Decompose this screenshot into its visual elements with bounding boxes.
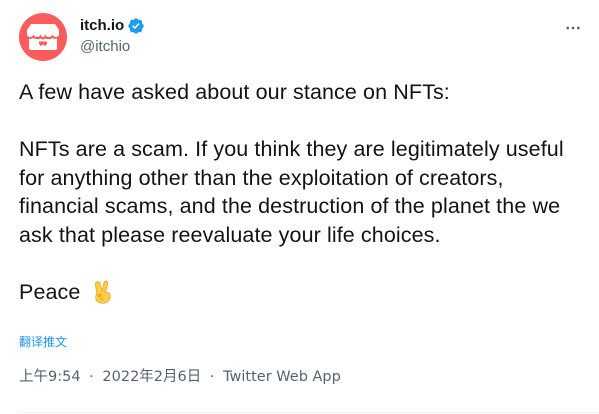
tweet-source[interactable]: Twitter Web App: [223, 369, 341, 385]
meta-separator: ·: [209, 369, 215, 385]
translate-tweet-link[interactable]: 翻译推文: [19, 334, 67, 350]
tweet-card: itch.io @itchio A few have asked about o…: [0, 0, 599, 414]
tweet-line-signoff: Peace: [19, 278, 584, 307]
user-block: itch.io @itchio: [80, 16, 145, 57]
verified-badge-icon: [127, 17, 145, 35]
victory-hand-icon: [90, 279, 116, 305]
tweet-meta: 上午9:54 · 2022年2月6日 · Twitter Web App: [19, 368, 341, 386]
display-name[interactable]: itch.io: [80, 16, 124, 36]
divider: [19, 412, 599, 413]
tweet-line-body: NFTs are a scam. If you think they are l…: [19, 137, 564, 247]
meta-separator: ·: [89, 369, 94, 385]
tweet-date[interactable]: 2022年2月6日: [102, 369, 201, 385]
name-row: itch.io: [80, 16, 145, 36]
tweet-line-intro: A few have asked about our stance on NFT…: [19, 80, 450, 104]
tweet-time[interactable]: 上午9:54: [19, 369, 81, 385]
itchio-logo-icon: [27, 24, 59, 50]
user-handle[interactable]: @itchio: [80, 37, 145, 57]
tweet-text: A few have asked about our stance on NFT…: [19, 78, 584, 306]
more-options-icon[interactable]: [563, 18, 583, 38]
signoff-text: Peace: [19, 279, 81, 304]
avatar[interactable]: [19, 13, 67, 61]
